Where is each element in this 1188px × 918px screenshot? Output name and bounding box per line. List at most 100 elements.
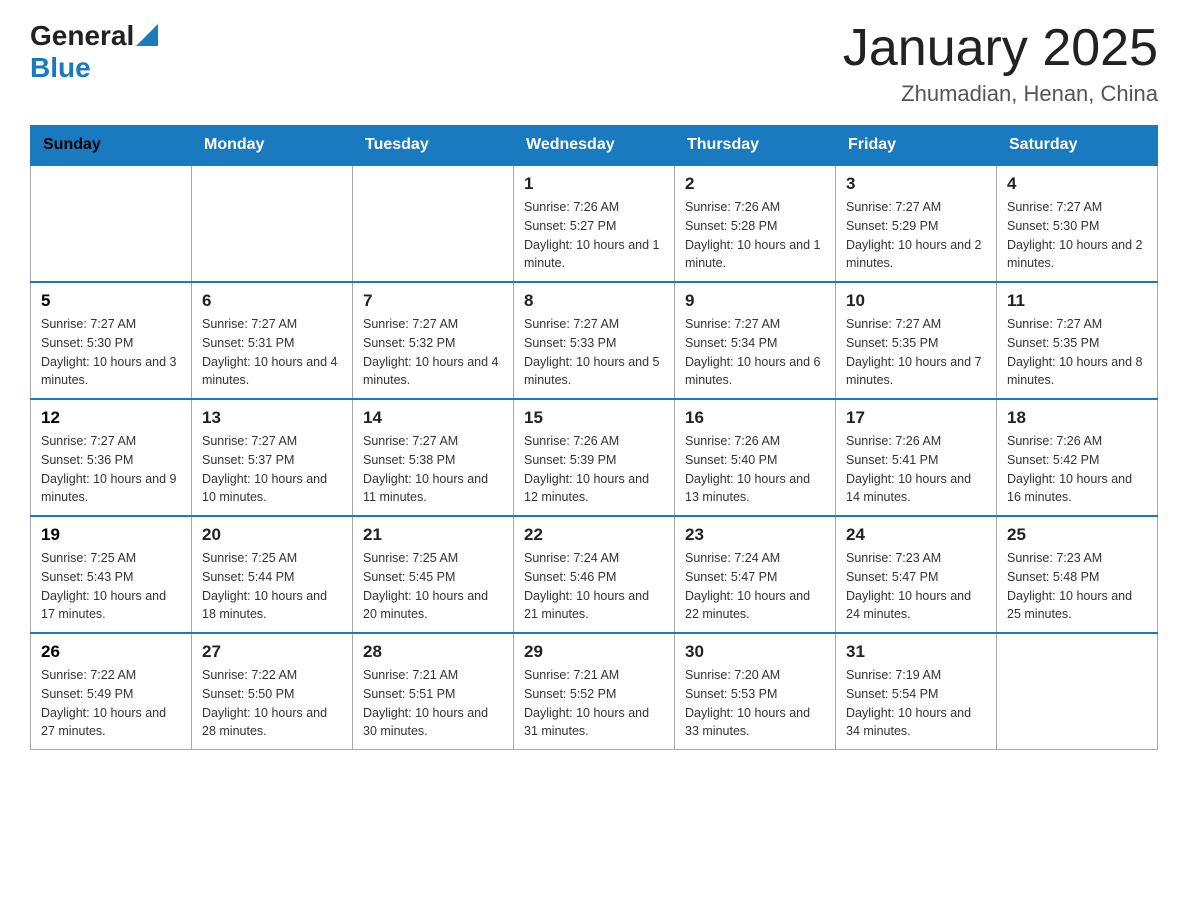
calendar-cell: 14 Sunrise: 7:27 AM Sunset: 5:38 PM Dayli… (353, 399, 514, 516)
calendar-cell: 7 Sunrise: 7:27 AM Sunset: 5:32 PM Daylig… (353, 282, 514, 399)
day-info: Sunrise: 7:27 AM Sunset: 5:35 PM Dayligh… (846, 315, 986, 390)
day-info: Sunrise: 7:21 AM Sunset: 5:51 PM Dayligh… (363, 666, 503, 741)
column-header-saturday: Saturday (997, 126, 1158, 166)
calendar-cell: 3 Sunrise: 7:27 AM Sunset: 5:29 PM Daylig… (836, 165, 997, 282)
day-number: 24 (846, 525, 986, 545)
column-header-thursday: Thursday (675, 126, 836, 166)
day-number: 23 (685, 525, 825, 545)
calendar-cell: 25 Sunrise: 7:23 AM Sunset: 5:48 PM Dayli… (997, 516, 1158, 633)
calendar-week-row: 1 Sunrise: 7:26 AM Sunset: 5:27 PM Daylig… (31, 165, 1158, 282)
calendar-cell: 13 Sunrise: 7:27 AM Sunset: 5:37 PM Dayli… (192, 399, 353, 516)
day-info: Sunrise: 7:24 AM Sunset: 5:47 PM Dayligh… (685, 549, 825, 624)
day-info: Sunrise: 7:27 AM Sunset: 5:29 PM Dayligh… (846, 198, 986, 273)
calendar-cell: 21 Sunrise: 7:25 AM Sunset: 5:45 PM Dayli… (353, 516, 514, 633)
column-header-friday: Friday (836, 126, 997, 166)
calendar-week-row: 5 Sunrise: 7:27 AM Sunset: 5:30 PM Daylig… (31, 282, 1158, 399)
calendar-table: SundayMondayTuesdayWednesdayThursdayFrid… (30, 125, 1158, 750)
calendar-cell: 19 Sunrise: 7:25 AM Sunset: 5:43 PM Dayli… (31, 516, 192, 633)
calendar-cell: 16Sunrise: 7:26 AM Sunset: 5:40 PM Dayli… (675, 399, 836, 516)
calendar-cell: 22Sunrise: 7:24 AM Sunset: 5:46 PM Dayli… (514, 516, 675, 633)
day-number: 19 (41, 525, 181, 545)
day-number: 4 (1007, 174, 1147, 194)
calendar-cell: 15Sunrise: 7:26 AM Sunset: 5:39 PM Dayli… (514, 399, 675, 516)
day-number: 9 (685, 291, 825, 311)
day-info: Sunrise: 7:23 AM Sunset: 5:48 PM Dayligh… (1007, 549, 1147, 624)
day-info: Sunrise: 7:27 AM Sunset: 5:32 PM Dayligh… (363, 315, 503, 390)
day-number: 7 (363, 291, 503, 311)
day-info: Sunrise: 7:27 AM Sunset: 5:30 PM Dayligh… (41, 315, 181, 390)
calendar-cell (353, 165, 514, 282)
column-header-monday: Monday (192, 126, 353, 166)
calendar-cell: 28 Sunrise: 7:21 AM Sunset: 5:51 PM Dayli… (353, 633, 514, 750)
day-number: 31 (846, 642, 986, 662)
logo-blue: Blue (30, 52, 91, 84)
day-number: 25 (1007, 525, 1147, 545)
day-info: Sunrise: 7:27 AM Sunset: 5:34 PM Dayligh… (685, 315, 825, 390)
calendar-cell: 27 Sunrise: 7:22 AM Sunset: 5:50 PM Dayli… (192, 633, 353, 750)
calendar-cell: 1 Sunrise: 7:26 AM Sunset: 5:27 PM Daylig… (514, 165, 675, 282)
day-number: 1 (524, 174, 664, 194)
day-info: Sunrise: 7:26 AM Sunset: 5:40 PM Dayligh… (685, 432, 825, 507)
day-number: 12 (41, 408, 181, 428)
column-header-wednesday: Wednesday (514, 126, 675, 166)
day-number: 26 (41, 642, 181, 662)
day-number: 15 (524, 408, 664, 428)
calendar-cell: 20 Sunrise: 7:25 AM Sunset: 5:44 PM Dayli… (192, 516, 353, 633)
calendar-cell: 26 Sunrise: 7:22 AM Sunset: 5:49 PM Dayli… (31, 633, 192, 750)
calendar-cell: 24 Sunrise: 7:23 AM Sunset: 5:47 PM Dayli… (836, 516, 997, 633)
day-info: Sunrise: 7:27 AM Sunset: 5:31 PM Dayligh… (202, 315, 342, 390)
day-number: 14 (363, 408, 503, 428)
day-info: Sunrise: 7:25 AM Sunset: 5:43 PM Dayligh… (41, 549, 181, 624)
day-info: Sunrise: 7:23 AM Sunset: 5:47 PM Dayligh… (846, 549, 986, 624)
calendar-cell: 2Sunrise: 7:26 AM Sunset: 5:28 PM Daylig… (675, 165, 836, 282)
calendar-cell: 30 Sunrise: 7:20 AM Sunset: 5:53 PM Dayli… (675, 633, 836, 750)
calendar-week-row: 26 Sunrise: 7:22 AM Sunset: 5:49 PM Dayli… (31, 633, 1158, 750)
calendar-cell: 10 Sunrise: 7:27 AM Sunset: 5:35 PM Dayli… (836, 282, 997, 399)
calendar-cell: 4 Sunrise: 7:27 AM Sunset: 5:30 PM Daylig… (997, 165, 1158, 282)
day-info: Sunrise: 7:25 AM Sunset: 5:44 PM Dayligh… (202, 549, 342, 624)
page-header: General Blue January 2025 Zhumadian, Hen… (30, 20, 1158, 107)
day-info: Sunrise: 7:26 AM Sunset: 5:42 PM Dayligh… (1007, 432, 1147, 507)
day-number: 27 (202, 642, 342, 662)
title-block: January 2025 Zhumadian, Henan, China (843, 20, 1158, 107)
day-number: 20 (202, 525, 342, 545)
day-info: Sunrise: 7:26 AM Sunset: 5:28 PM Dayligh… (685, 198, 825, 273)
column-header-sunday: Sunday (31, 126, 192, 166)
day-info: Sunrise: 7:20 AM Sunset: 5:53 PM Dayligh… (685, 666, 825, 741)
calendar-cell: 6 Sunrise: 7:27 AM Sunset: 5:31 PM Daylig… (192, 282, 353, 399)
calendar-cell (997, 633, 1158, 750)
day-number: 30 (685, 642, 825, 662)
day-number: 13 (202, 408, 342, 428)
day-number: 21 (363, 525, 503, 545)
day-number: 29 (524, 642, 664, 662)
calendar-week-row: 19 Sunrise: 7:25 AM Sunset: 5:43 PM Dayli… (31, 516, 1158, 633)
calendar-cell: 23 Sunrise: 7:24 AM Sunset: 5:47 PM Dayli… (675, 516, 836, 633)
day-info: Sunrise: 7:27 AM Sunset: 5:38 PM Dayligh… (363, 432, 503, 507)
day-number: 6 (202, 291, 342, 311)
day-number: 5 (41, 291, 181, 311)
day-info: Sunrise: 7:25 AM Sunset: 5:45 PM Dayligh… (363, 549, 503, 624)
calendar-cell: 31 Sunrise: 7:19 AM Sunset: 5:54 PM Dayli… (836, 633, 997, 750)
calendar-cell: 12 Sunrise: 7:27 AM Sunset: 5:36 PM Dayli… (31, 399, 192, 516)
calendar-week-row: 12 Sunrise: 7:27 AM Sunset: 5:36 PM Dayli… (31, 399, 1158, 516)
day-number: 22 (524, 525, 664, 545)
day-number: 10 (846, 291, 986, 311)
day-info: Sunrise: 7:26 AM Sunset: 5:27 PM Dayligh… (524, 198, 664, 273)
logo-triangle-icon (136, 24, 158, 46)
day-number: 3 (846, 174, 986, 194)
day-info: Sunrise: 7:22 AM Sunset: 5:49 PM Dayligh… (41, 666, 181, 741)
day-info: Sunrise: 7:27 AM Sunset: 5:36 PM Dayligh… (41, 432, 181, 507)
day-info: Sunrise: 7:27 AM Sunset: 5:30 PM Dayligh… (1007, 198, 1147, 273)
calendar-title: January 2025 (843, 20, 1158, 77)
calendar-cell (31, 165, 192, 282)
day-info: Sunrise: 7:22 AM Sunset: 5:50 PM Dayligh… (202, 666, 342, 741)
calendar-cell: 29 Sunrise: 7:21 AM Sunset: 5:52 PM Dayli… (514, 633, 675, 750)
day-info: Sunrise: 7:19 AM Sunset: 5:54 PM Dayligh… (846, 666, 986, 741)
day-info: Sunrise: 7:27 AM Sunset: 5:37 PM Dayligh… (202, 432, 342, 507)
day-number: 28 (363, 642, 503, 662)
calendar-subtitle: Zhumadian, Henan, China (843, 81, 1158, 107)
day-info: Sunrise: 7:21 AM Sunset: 5:52 PM Dayligh… (524, 666, 664, 741)
logo: General Blue (30, 20, 158, 84)
day-info: Sunrise: 7:26 AM Sunset: 5:41 PM Dayligh… (846, 432, 986, 507)
calendar-cell: 18Sunrise: 7:26 AM Sunset: 5:42 PM Dayli… (997, 399, 1158, 516)
